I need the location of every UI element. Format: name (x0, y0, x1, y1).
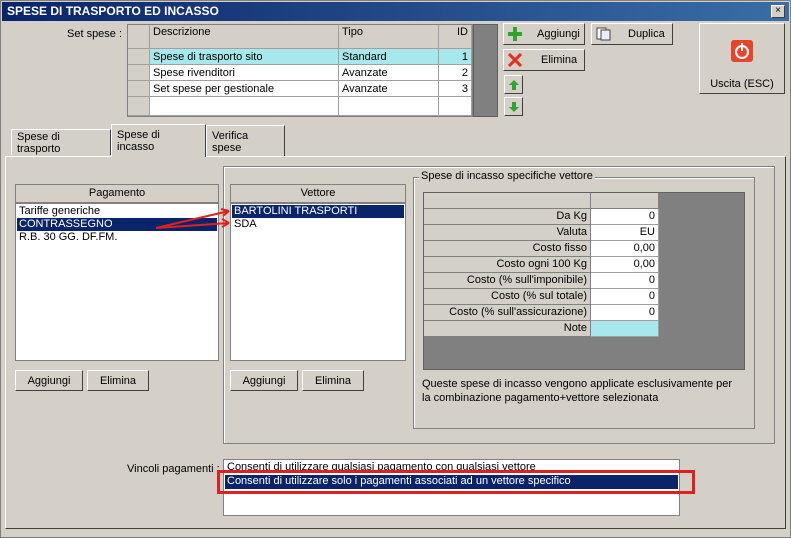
move-up-button[interactable] (504, 75, 523, 94)
table-row-id[interactable]: 1 (439, 49, 472, 65)
duplica-label: Duplica (628, 28, 665, 40)
spec-row-value[interactable]: 0 (591, 289, 659, 305)
uscita-button[interactable]: Uscita (ESC) (699, 23, 785, 94)
set-spese-grid[interactable]: Descrizione Tipo ID Spese di trasporto s… (127, 24, 473, 117)
set-spese-label: Set spese : (67, 28, 123, 40)
column-id[interactable]: ID (439, 25, 472, 49)
delete-x-icon (508, 53, 522, 67)
spec-row-value[interactable]: 0,00 (591, 257, 659, 273)
power-icon (731, 40, 753, 62)
tab-spese-trasporto[interactable]: Spese di trasporto (11, 129, 111, 155)
spec-row-value[interactable]: 0 (591, 305, 659, 321)
plus-icon (508, 27, 522, 41)
table-row-id[interactable]: 2 (439, 65, 472, 81)
title-bar: SPESE DI TRASPORTO ED INCASSO (2, 2, 789, 21)
aggiungi-set-button[interactable]: Aggiungi (503, 23, 585, 45)
row-selector[interactable] (128, 65, 150, 81)
vettore-elimina-button[interactable]: Elimina (302, 370, 364, 391)
spec-row-value[interactable]: 0,00 (591, 241, 659, 257)
vincoli-label: Vincoli pagamenti : (127, 463, 220, 475)
grid-scroll-area[interactable] (473, 24, 498, 117)
tab-verifica-spese[interactable]: Verifica spese (206, 125, 285, 157)
move-down-button[interactable] (504, 97, 523, 116)
vettore-list[interactable]: BARTOLINI TRASPORTI SDA (230, 203, 406, 361)
spec-row-value[interactable] (591, 321, 659, 337)
pagamento-aggiungi-button[interactable]: Aggiungi (15, 370, 83, 391)
spec-row-label: Costo ogni 100 Kg (424, 257, 591, 273)
specifiche-title: Spese di incasso specifiche vettore (419, 170, 595, 182)
row-selector[interactable] (128, 81, 150, 97)
new-row-cell[interactable] (150, 97, 339, 116)
spec-row-value[interactable]: 0 (591, 209, 659, 225)
new-row-cell[interactable] (339, 97, 439, 116)
table-row-descrizione[interactable]: Spese di trasporto sito (150, 49, 339, 65)
row-selector[interactable] (128, 97, 150, 116)
spec-row-label: Costo (% sull'imponibile) (424, 273, 591, 289)
arrow-down-icon (508, 101, 520, 113)
spec-row-label: Da Kg (424, 209, 591, 225)
column-descrizione[interactable]: Descrizione (150, 25, 339, 49)
vettore-aggiungi-button[interactable]: Aggiungi (230, 370, 298, 391)
spec-row-value[interactable]: 0 (591, 273, 659, 289)
uscita-label: Uscita (ESC) (710, 78, 774, 90)
note-line-2: la combinazione pagamento+vettore selezi… (422, 392, 659, 404)
tab-spese-incasso[interactable]: Spese di incasso (111, 124, 206, 157)
annotation-highlight-box (217, 470, 695, 494)
close-button[interactable]: × (771, 5, 785, 18)
list-item[interactable]: SDA (232, 218, 404, 231)
window-title: SPESE DI TRASPORTO ED INCASSO (7, 4, 219, 18)
spec-row-label: Costo fisso (424, 241, 591, 257)
spec-row-label: Valuta (424, 225, 591, 241)
spec-row-label: Note (424, 321, 591, 337)
annotation-arrows (155, 208, 230, 229)
note-line-1: Queste spese di incasso vengono applicat… (422, 378, 733, 390)
new-row-cell[interactable] (439, 97, 472, 116)
table-row-id[interactable]: 3 (439, 81, 472, 97)
table-row-descrizione[interactable]: Spese rivenditori (150, 65, 339, 81)
table-row-tipo[interactable]: Standard (339, 49, 439, 65)
table-row-tipo[interactable]: Avanzate (339, 65, 439, 81)
grid-corner (424, 193, 591, 209)
pagamento-elimina-button[interactable]: Elimina (87, 370, 149, 391)
arrow-up-icon (508, 79, 520, 91)
elimina-set-button[interactable]: Elimina (503, 49, 585, 71)
main-window: SPESE DI TRASPORTO ED INCASSO × Set spes… (0, 0, 791, 538)
elimina-label: Elimina (541, 54, 578, 66)
grid-header (591, 193, 659, 209)
copy-icon (596, 27, 612, 41)
table-row-tipo[interactable]: Avanzate (339, 81, 439, 97)
row-selector[interactable] (128, 49, 150, 65)
spec-row-label: Costo (% sull'assicurazione) (424, 305, 591, 321)
column-tipo[interactable]: Tipo (339, 25, 439, 49)
aggiungi-label: Aggiungi (537, 28, 580, 40)
spec-row-label: Costo (% sul totale) (424, 289, 591, 305)
duplica-button[interactable]: Duplica (591, 23, 673, 45)
spec-row-value[interactable]: EU (591, 225, 659, 241)
grid-corner (128, 25, 150, 49)
list-item[interactable]: BARTOLINI TRASPORTI (232, 205, 404, 218)
vettore-header: Vettore (230, 184, 406, 203)
table-row-descrizione[interactable]: Set spese per gestionale (150, 81, 339, 97)
